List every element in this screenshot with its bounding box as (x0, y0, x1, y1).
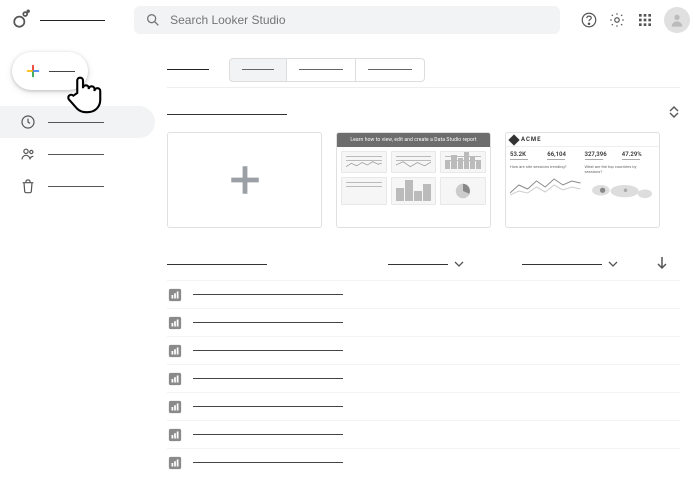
report-icon (167, 343, 183, 359)
template-preview: 53.2K 66,104 How are site sessions trend… (506, 147, 659, 208)
chevron-down-icon (454, 259, 464, 269)
clock-icon (20, 114, 36, 130)
tab-group (229, 58, 425, 82)
report-icon (167, 427, 183, 443)
col-name[interactable] (167, 264, 267, 265)
apps-icon[interactable] (636, 11, 654, 29)
sidebar-item-label (48, 186, 104, 187)
sidebar-item-label (48, 122, 104, 123)
report-icon (167, 315, 183, 331)
trash-icon (20, 178, 36, 194)
search-icon (144, 11, 162, 29)
template-preview (337, 147, 490, 209)
sidebar-item-recent[interactable] (0, 106, 155, 138)
template-blank[interactable] (167, 132, 322, 228)
report-icon (167, 287, 183, 303)
tab-explorer[interactable] (356, 58, 425, 82)
avatar[interactable] (664, 7, 690, 33)
search-input[interactable] (170, 13, 550, 27)
sidebar (0, 40, 155, 500)
sidebar-item-label (48, 154, 104, 155)
templates-expand-toggle[interactable] (668, 106, 680, 122)
sort-direction[interactable] (656, 256, 680, 273)
list-row[interactable] (167, 336, 680, 364)
create-button[interactable] (12, 52, 88, 90)
list-row[interactable] (167, 392, 680, 420)
list-header (167, 254, 680, 274)
row-name-text (193, 294, 343, 295)
help-icon[interactable] (580, 11, 598, 29)
content-tabs (167, 52, 680, 88)
sidebar-item-shared[interactable] (0, 138, 155, 170)
create-label (49, 71, 75, 72)
app-header (0, 0, 700, 40)
main-area: Learn how to view, edit and create a Dat… (155, 40, 700, 500)
plus-icon (228, 163, 262, 197)
acme-logo-icon (508, 134, 519, 145)
template-brand-header: ACME (506, 133, 659, 147)
header-actions (580, 7, 690, 33)
product-name (40, 20, 105, 21)
col-date[interactable] (522, 259, 648, 269)
arrow-down-icon (656, 256, 668, 270)
report-icon (167, 455, 183, 471)
list-row[interactable] (167, 420, 680, 448)
list-row[interactable] (167, 308, 680, 336)
search-bar[interactable] (134, 6, 560, 34)
templates-row: Learn how to view, edit and create a Dat… (167, 132, 680, 228)
users-icon (20, 146, 36, 162)
templates-title (167, 114, 287, 115)
template-banner: Learn how to view, edit and create a Dat… (337, 133, 490, 147)
report-icon (167, 399, 183, 415)
report-list (167, 280, 680, 476)
list-row[interactable] (167, 280, 680, 308)
template-acme[interactable]: ACME 53.2K 66,104 How are site sessions … (505, 132, 660, 228)
gear-icon[interactable] (608, 11, 626, 29)
col-owner[interactable] (388, 259, 514, 269)
report-icon (167, 371, 183, 387)
tab-datasources[interactable] (287, 58, 356, 82)
template-tutorial[interactable]: Learn how to view, edit and create a Dat… (336, 132, 491, 228)
chevron-down-icon (608, 259, 618, 269)
product-logo (10, 9, 30, 31)
list-row[interactable] (167, 364, 680, 392)
sidebar-item-trash[interactable] (0, 170, 155, 202)
plus-multicolor-icon (25, 63, 41, 79)
tab-reports[interactable] (229, 58, 287, 82)
tabs-heading (167, 69, 209, 70)
list-row[interactable] (167, 448, 680, 476)
templates-header (167, 104, 680, 124)
